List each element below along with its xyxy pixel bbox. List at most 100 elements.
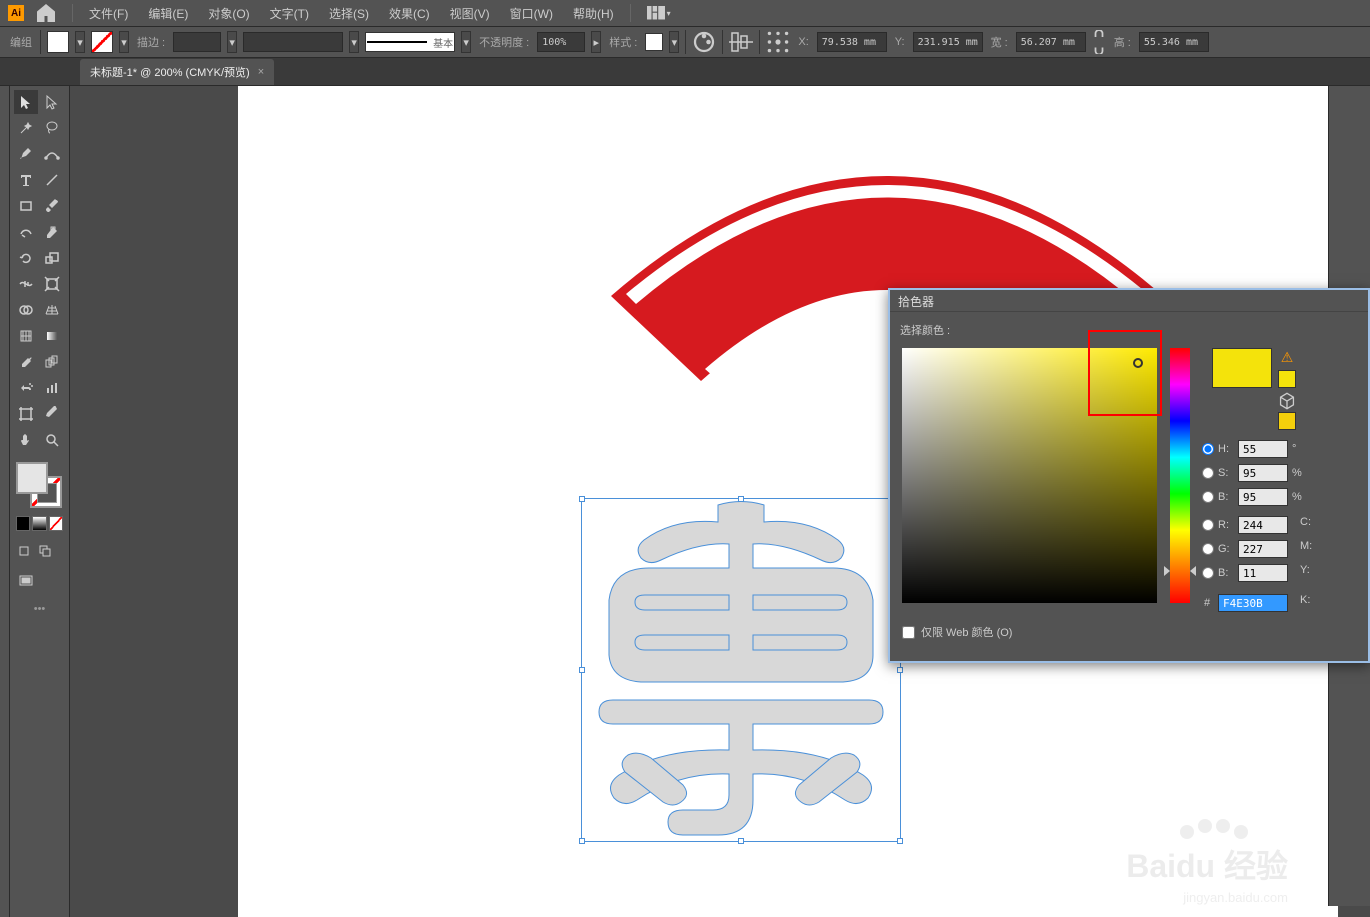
stroke-weight-input[interactable] (173, 32, 221, 52)
g-radio[interactable] (1202, 543, 1214, 555)
perspective-grid-tool[interactable] (40, 298, 64, 322)
menu-file[interactable]: 文件(F) (81, 1, 136, 26)
menu-object[interactable]: 对象(O) (200, 1, 257, 26)
direct-selection-tool[interactable] (40, 90, 64, 114)
mesh-tool[interactable] (14, 324, 38, 348)
websafe-warning-icon[interactable] (1278, 392, 1296, 410)
column-graph-tool[interactable] (40, 376, 64, 400)
transform-ref-button[interactable] (766, 30, 790, 54)
edit-toolbar-button[interactable]: ••• (14, 603, 65, 615)
eyedropper-tool[interactable] (14, 350, 38, 374)
websafe-swatch[interactable] (1278, 412, 1296, 430)
r-radio[interactable] (1202, 519, 1214, 531)
shape-builder-tool[interactable] (14, 298, 38, 322)
fill-color-button[interactable] (47, 31, 69, 53)
screen-mode-button[interactable] (14, 569, 38, 593)
none-mode-button[interactable] (49, 516, 63, 531)
s-radio[interactable] (1202, 467, 1214, 479)
shaper-tool[interactable] (14, 220, 38, 244)
selection-tool[interactable] (14, 90, 38, 114)
home-button[interactable] (34, 1, 58, 25)
w-input[interactable] (1016, 32, 1086, 52)
arrange-docs-button[interactable]: ▾ (647, 1, 671, 25)
stroke-weight-dropdown[interactable]: ▾ (227, 31, 237, 53)
g-input[interactable] (1238, 540, 1288, 558)
scale-tool[interactable] (40, 246, 64, 270)
style-dropdown[interactable]: ▾ (669, 31, 679, 53)
gradient-mode-button[interactable] (32, 516, 46, 531)
s-input[interactable] (1238, 464, 1288, 482)
draw-normal-button[interactable] (14, 539, 33, 563)
align-button[interactable] (729, 30, 753, 54)
link-wh-button[interactable] (1092, 30, 1106, 54)
paintbrush-tool[interactable] (40, 194, 64, 218)
symbol-sprayer-tool[interactable] (14, 376, 38, 400)
fill-dropdown[interactable]: ▾ (75, 31, 85, 53)
recolor-button[interactable] (692, 30, 716, 54)
fill-swatch[interactable] (16, 462, 48, 494)
out-of-gamut-icon[interactable]: ⚠ (1278, 348, 1296, 366)
hex-input[interactable] (1218, 594, 1288, 612)
pen-tool[interactable] (14, 142, 38, 166)
width-tool[interactable] (14, 272, 38, 296)
type-tool[interactable] (14, 168, 38, 192)
stroke-color-button[interactable] (91, 31, 113, 53)
zoom-tool[interactable] (40, 428, 64, 452)
style-button[interactable] (645, 33, 663, 51)
menu-help[interactable]: 帮助(H) (565, 1, 622, 26)
gradient-tool[interactable] (40, 324, 64, 348)
opacity-input[interactable] (537, 32, 585, 52)
menu-window[interactable]: 窗口(W) (502, 1, 561, 26)
vpw-dropdown-arrow[interactable]: ▾ (349, 31, 359, 53)
color-mode-button[interactable] (16, 516, 30, 531)
eraser-tool[interactable] (40, 220, 64, 244)
webonly-checkbox[interactable] (902, 626, 915, 639)
draw-behind-button[interactable] (35, 539, 54, 563)
y-input[interactable] (913, 32, 983, 52)
b-radio[interactable] (1202, 491, 1214, 503)
lasso-tool[interactable] (40, 116, 64, 140)
brush-def-button[interactable]: 基本 (365, 32, 455, 52)
menu-select[interactable]: 选择(S) (321, 1, 377, 26)
document-tab-close[interactable]: × (258, 66, 264, 78)
free-transform-tool[interactable] (40, 272, 64, 296)
menu-edit[interactable]: 编辑(E) (140, 1, 196, 26)
bb-input[interactable] (1238, 564, 1288, 582)
rectangle-tool[interactable] (14, 194, 38, 218)
rotate-tool[interactable] (14, 246, 38, 270)
document-tab[interactable]: 未标题-1* @ 200% (CMYK/预览) × (80, 59, 274, 85)
h-input[interactable] (1139, 32, 1209, 52)
line-tool[interactable] (40, 168, 64, 192)
opacity-dropdown[interactable]: ▸ (591, 31, 601, 53)
r-input[interactable] (1238, 516, 1288, 534)
h-label: 高 : (1112, 34, 1133, 50)
vpw-dropdown[interactable] (243, 32, 343, 52)
saturation-value-field[interactable] (902, 348, 1157, 603)
curvature-tool[interactable] (40, 142, 64, 166)
draw-inside-button[interactable] (57, 539, 65, 563)
tools-panel: ••• (10, 86, 70, 917)
x-input[interactable] (817, 32, 887, 52)
brush-dropdown[interactable]: ▾ (461, 31, 471, 53)
panel-strip-left[interactable] (0, 86, 10, 917)
menu-type[interactable]: 文字(T) (262, 1, 317, 26)
bb-label: B: (1218, 567, 1234, 579)
h-radio[interactable] (1202, 443, 1214, 455)
blend-tool[interactable] (40, 350, 64, 374)
ai-logo: Ai (8, 5, 24, 21)
magic-wand-tool[interactable] (14, 116, 38, 140)
stroke-dropdown[interactable]: ▾ (119, 31, 129, 53)
color-controls (14, 462, 65, 512)
hand-tool[interactable] (14, 428, 38, 452)
artboard-tool[interactable] (14, 402, 38, 426)
menu-view[interactable]: 视图(V) (442, 1, 498, 26)
b-input[interactable] (1238, 488, 1288, 506)
menu-effect[interactable]: 效果(C) (381, 1, 438, 26)
slice-tool[interactable] (40, 402, 64, 426)
bb-radio[interactable] (1202, 567, 1214, 579)
selected-character[interactable] (583, 500, 899, 840)
webonly-label: 仅限 Web 颜色 (O) (921, 624, 1012, 640)
h-input[interactable] (1238, 440, 1288, 458)
hue-slider[interactable] (1170, 348, 1190, 603)
gamut-safe-swatch[interactable] (1278, 370, 1296, 388)
